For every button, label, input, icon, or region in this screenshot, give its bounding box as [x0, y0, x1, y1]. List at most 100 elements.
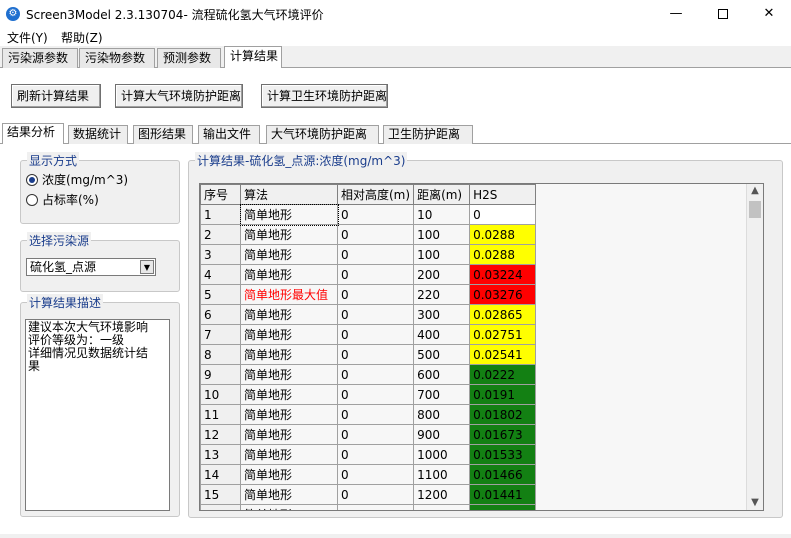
table-row[interactable]: 7 简单地形 0 400 0.02751 — [200, 324, 537, 345]
tab-pollution-source[interactable]: 污染源参数 — [2, 48, 78, 68]
row-height-cell[interactable]: 0 — [336, 324, 415, 345]
row-algorithm-cell[interactable]: 简单地形 — [240, 304, 338, 325]
row-height-cell[interactable]: 0 — [336, 204, 415, 225]
row-algorithm-cell[interactable]: 简单地形 — [240, 324, 338, 345]
table-row[interactable]: 9 简单地形 0 600 0.0222 — [200, 364, 537, 385]
row-h2s-cell[interactable]: 0.02751 — [469, 324, 537, 345]
source-dropdown[interactable]: 硫化氢_点源 ▼ — [26, 258, 156, 276]
row-h2s-cell[interactable]: 0 — [469, 204, 537, 225]
results-grid[interactable]: 序号 算法 相对高度(m) 距离(m) H2S 1 简单地形 0 10 0 2 简单地形 0 1… — [199, 183, 764, 511]
radio-concentration[interactable]: 浓度(mg/m^3) — [26, 171, 128, 188]
vertical-scrollbar[interactable]: ▲ ▼ — [746, 184, 763, 510]
row-index-cell[interactable]: 5 — [200, 284, 241, 305]
row-h2s-cell[interactable]: 0.0288 — [469, 244, 537, 265]
tab-graph-results[interactable]: 图形结果 — [133, 125, 193, 144]
row-algorithm-cell[interactable]: 简单地形 — [240, 424, 338, 445]
row-height-cell[interactable]: 0 — [336, 424, 415, 445]
row-algorithm-cell[interactable]: 简单地形最大值 — [240, 284, 338, 305]
row-index-cell[interactable]: 14 — [200, 464, 241, 485]
row-height-cell[interactable]: 0 — [336, 224, 415, 245]
row-height-cell[interactable]: 0 — [336, 284, 415, 305]
row-h2s-cell[interactable]: 0.03276 — [469, 284, 537, 305]
row-distance-cell[interactable]: 800 — [413, 404, 471, 425]
tab-result-analysis[interactable]: 结果分析 — [2, 123, 64, 145]
row-algorithm-cell[interactable]: 简单地形 — [240, 244, 338, 265]
col-header-distance[interactable]: 距离(m) — [413, 184, 471, 205]
row-algorithm-cell[interactable]: 简单地形 — [240, 444, 338, 465]
table-row[interactable]: 14 简单地形 0 1100 0.01466 — [200, 464, 537, 485]
row-index-cell[interactable]: 13 — [200, 444, 241, 465]
row-algorithm-cell[interactable]: 简单地形 — [240, 384, 338, 405]
row-algorithm-cell[interactable]: 简单地形 — [240, 364, 338, 385]
row-index-cell[interactable]: 4 — [200, 264, 241, 285]
row-h2s-cell[interactable]: 0.02541 — [469, 344, 537, 365]
tab-pollutant[interactable]: 污染物参数 — [79, 48, 155, 68]
col-header-height[interactable]: 相对高度(m) — [336, 184, 415, 205]
scroll-up-icon[interactable]: ▲ — [747, 184, 763, 198]
row-distance-cell[interactable]: 1000 — [413, 444, 471, 465]
row-distance-cell[interactable]: 1100 — [413, 464, 471, 485]
row-h2s-cell[interactable]: 0.0191 — [469, 384, 537, 405]
row-index-cell[interactable]: 3 — [200, 244, 241, 265]
row-distance-cell[interactable]: 500 — [413, 344, 471, 365]
row-distance-cell[interactable]: 100 — [413, 224, 471, 245]
table-row[interactable]: 4 简单地形 0 200 0.03224 — [200, 264, 537, 285]
table-row[interactable]: 10 简单地形 0 700 0.0191 — [200, 384, 537, 405]
row-index-cell[interactable]: 9 — [200, 364, 241, 385]
tab-data-stats[interactable]: 数据统计 — [68, 125, 128, 144]
tab-atmos-distance[interactable]: 大气环境防护距离 — [266, 125, 379, 144]
row-index-cell[interactable]: 16 — [200, 504, 241, 510]
row-distance-cell[interactable]: 600 — [413, 364, 471, 385]
row-h2s-cell[interactable]: 0.01533 — [469, 444, 537, 465]
row-algorithm-cell[interactable]: 简单地形 — [240, 404, 338, 425]
radio-percentage[interactable]: 占标率(%) — [26, 191, 99, 208]
row-height-cell[interactable]: 0 — [336, 344, 415, 365]
row-distance-cell[interactable]: 1300 — [413, 504, 471, 510]
row-algorithm-cell[interactable]: 简单地形 — [240, 464, 338, 485]
table-row[interactable]: 13 简单地形 0 1000 0.01533 — [200, 444, 537, 465]
chevron-down-icon[interactable]: ▼ — [140, 260, 154, 274]
row-index-cell[interactable]: 8 — [200, 344, 241, 365]
title-bar[interactable]: ⚙ Screen3Model 2.3.130704- 流程硫化氢大气环境评价 —… — [0, 0, 791, 28]
table-row[interactable]: 2 简单地形 0 100 0.0288 — [200, 224, 537, 245]
description-textbox[interactable]: 建议本次大气环境影响 评价等级为：一级 详细情况见数据统计结 果 — [25, 319, 170, 511]
table-row[interactable]: 12 简单地形 0 900 0.01673 — [200, 424, 537, 445]
row-h2s-cell[interactable]: 0.01441 — [469, 484, 537, 505]
row-algorithm-cell[interactable]: 简单地形 — [239, 203, 339, 226]
row-height-cell[interactable]: 0 — [336, 364, 415, 385]
row-index-cell[interactable]: 12 — [200, 424, 241, 445]
table-row[interactable]: 1 简单地形 0 10 0 — [200, 203, 537, 226]
row-distance-cell[interactable]: 10 — [413, 204, 471, 225]
tab-output-file[interactable]: 输出文件 — [198, 125, 260, 144]
tab-results[interactable]: 计算结果 — [224, 46, 282, 69]
table-row[interactable]: 15 简单地形 0 1200 0.01441 — [200, 484, 537, 505]
row-distance-cell[interactable]: 200 — [413, 264, 471, 285]
row-height-cell[interactable]: 0 — [336, 504, 415, 510]
row-algorithm-cell[interactable]: 简单地形 — [240, 344, 338, 365]
row-distance-cell[interactable]: 400 — [413, 324, 471, 345]
table-row[interactable]: 3 简单地形 0 100 0.0288 — [200, 244, 537, 265]
menu-help[interactable]: 帮助(Z) — [61, 29, 103, 46]
maximize-button[interactable] — [700, 0, 746, 28]
table-row[interactable]: 8 简单地形 0 500 0.02541 — [200, 344, 537, 365]
close-button[interactable]: ✕ — [746, 0, 791, 28]
row-index-cell[interactable]: 7 — [200, 324, 241, 345]
table-row[interactable]: 11 简单地形 0 800 0.01802 — [200, 404, 537, 425]
refresh-results-button[interactable]: 刷新计算结果 — [11, 84, 101, 108]
row-algorithm-cell[interactable]: 简单地形 — [240, 264, 338, 285]
row-algorithm-cell[interactable]: 简单地形 — [240, 484, 338, 505]
row-algorithm-cell[interactable]: 简单地形 — [240, 504, 338, 510]
calc-health-distance-button[interactable]: 计算卫生环境防护距离 — [261, 84, 388, 108]
row-height-cell[interactable]: 0 — [336, 404, 415, 425]
menu-file[interactable]: 文件(Y) — [7, 29, 48, 46]
scroll-thumb[interactable] — [749, 201, 761, 218]
row-h2s-cell[interactable]: 0.0288 — [469, 224, 537, 245]
row-index-cell[interactable]: 11 — [200, 404, 241, 425]
row-height-cell[interactable]: 0 — [336, 484, 415, 505]
col-header-algorithm[interactable]: 算法 — [240, 184, 338, 205]
row-height-cell[interactable]: 0 — [336, 384, 415, 405]
row-distance-cell[interactable]: 700 — [413, 384, 471, 405]
table-row[interactable]: 6 简单地形 0 300 0.02865 — [200, 304, 537, 325]
row-h2s-cell[interactable]: 0.02865 — [469, 304, 537, 325]
tab-health-distance[interactable]: 卫生防护距离 — [383, 125, 473, 144]
